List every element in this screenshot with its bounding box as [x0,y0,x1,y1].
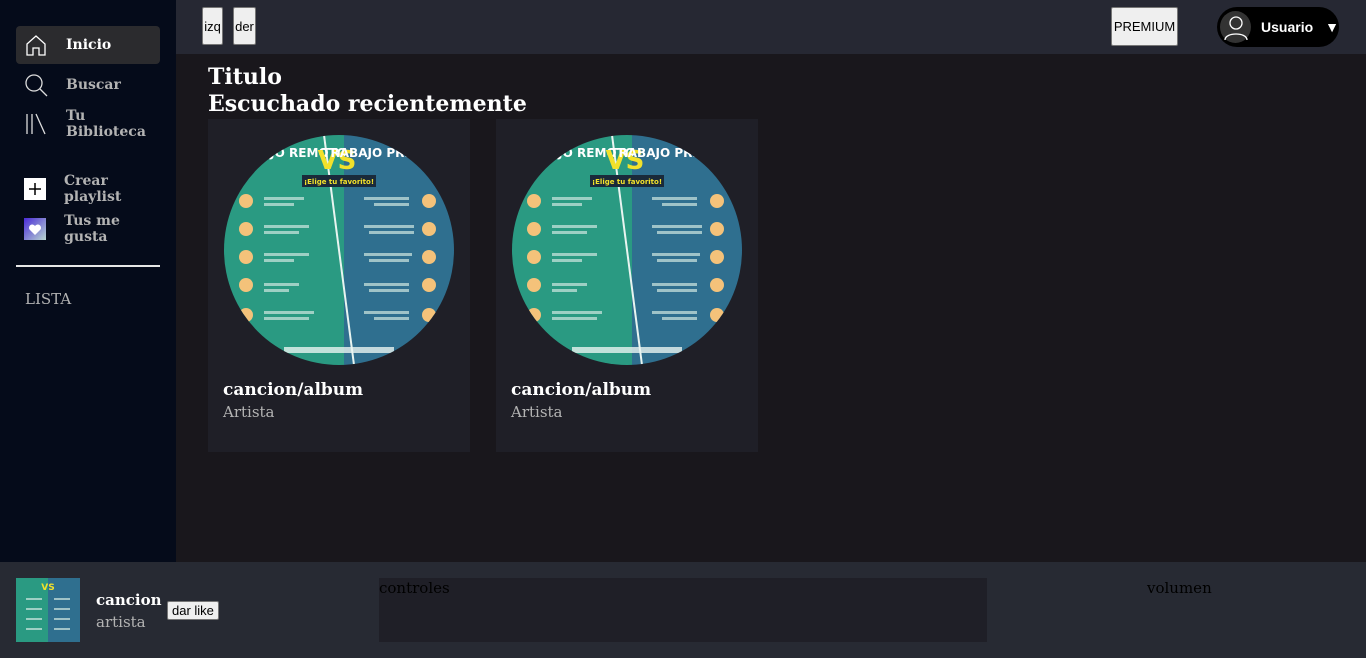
back-button[interactable]: izq [202,7,223,45]
user-menu[interactable]: Usuario ▼ [1217,7,1339,47]
sidebar-item-buscar[interactable]: Buscar [16,66,160,104]
svg-text:¡Elige tu favorito!: ¡Elige tu favorito! [592,178,662,186]
home-icon [24,33,48,57]
sidebar-item-label: Buscar [66,77,121,93]
sidebar-item-label: Inicio [66,37,112,53]
album-cover: TRABAJO REMOTO VS TRABAJO PRESENCIAL ¡El… [512,135,742,365]
search-icon [24,73,48,97]
liked-songs-button[interactable]: Tus me gusta [16,210,160,248]
card-artist: Artista [511,403,563,421]
svg-text:TRABAJO PRESENCIAL: TRABAJO PRESENCIAL [610,146,742,160]
page-title: Titulo [208,64,282,90]
card-title: cancion/album [511,380,652,400]
section-title: Escuchado recientemente [208,91,527,117]
svg-text:TRABAJO PRESENCIAL: TRABAJO PRESENCIAL [322,146,454,160]
now-playing-artist: artista [96,613,146,631]
controls-label: controles [379,579,450,597]
svg-text:¡Elige tu favorito!: ¡Elige tu favorito! [304,178,374,186]
create-playlist-button[interactable]: Crear playlist [16,170,160,208]
player-controls[interactable]: controles [379,578,987,642]
album-cover: TRABAJO REMOTO VS TRABAJO PRESENCIAL ¡El… [224,135,454,365]
main-content: Titulo Escuchado recientemente TRABAJO R… [176,54,1366,562]
sidebar-divider [16,265,160,267]
forward-button[interactable]: der [233,7,256,45]
user-avatar-icon [1220,11,1252,43]
now-playing-title: cancion [96,591,162,609]
now-playing-cover: VS [16,578,80,642]
user-name: Usuario [1261,19,1314,35]
chevron-down-icon: ▼ [1325,19,1339,35]
album-card[interactable]: TRABAJO REMOTO VS TRABAJO PRESENCIAL ¡El… [496,119,758,452]
playlist-list-label: LISTA [25,290,72,308]
library-icon [24,112,48,136]
volume-control[interactable]: volumen [1147,579,1212,597]
sidebar-item-label: Crear playlist [64,173,122,205]
card-artist: Artista [223,403,275,421]
player-bar: VS cancion artista dar like controles vo… [0,562,1366,658]
sidebar-item-biblioteca[interactable]: Tu Biblioteca [16,105,160,143]
album-card[interactable]: TRABAJO REMOTO VS TRABAJO PRESENCIAL ¡El… [208,119,470,452]
sidebar-item-inicio[interactable]: Inicio [16,26,160,64]
heart-icon [24,217,47,241]
premium-button[interactable]: PREMIUM [1111,7,1178,46]
sidebar-item-label: Tu Biblioteca [66,108,146,140]
sidebar-item-label: Tus me gusta [64,213,120,245]
svg-text:VS: VS [41,583,54,593]
like-button[interactable]: dar like [167,601,219,620]
plus-icon [24,177,46,201]
sidebar: Inicio Buscar Tu Biblioteca Crear playli… [0,0,176,562]
card-title: cancion/album [223,380,364,400]
topbar: izq der PREMIUM Usuario ▼ [176,0,1366,54]
